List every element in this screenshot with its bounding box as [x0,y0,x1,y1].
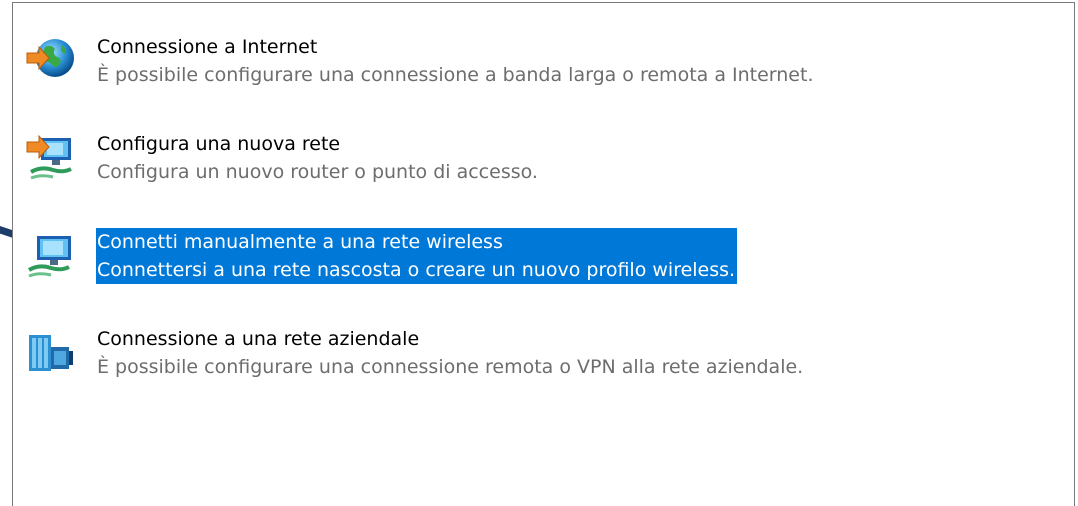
option-description: È possibile configurare una connessione … [97,356,804,378]
option-title: Connetti manualmente a una rete wireless [96,228,738,256]
connection-setup-screen: Connessione a Internet È possibile confi… [0,0,1078,506]
new-network-icon [26,134,72,180]
connection-options-list: Connessione a Internet È possibile confi… [12,2,1075,506]
option-title: Connessione a Internet [97,36,318,58]
option-title: Connessione a una rete aziendale [97,328,420,350]
option-title: Configura una nuova rete [97,133,341,155]
workplace-network-icon [29,335,73,371]
option-manual-wireless[interactable]: Connetti manualmente a una rete wireless… [21,226,1061,288]
globe-connection-icon [26,39,74,77]
option-description: È possibile configurare una connessione … [97,64,814,86]
option-description: Configura un nuovo router o punto di acc… [97,161,538,183]
option-description: Connettersi a una rete nascosta o creare… [96,256,738,284]
option-workplace-network[interactable]: Connessione a una rete aziendale È possi… [21,323,1061,385]
option-internet-connection[interactable]: Connessione a Internet È possibile confi… [21,31,1061,93]
wireless-network-icon [27,236,71,278]
option-new-network[interactable]: Configura una nuova rete Configura un nu… [21,128,1061,190]
